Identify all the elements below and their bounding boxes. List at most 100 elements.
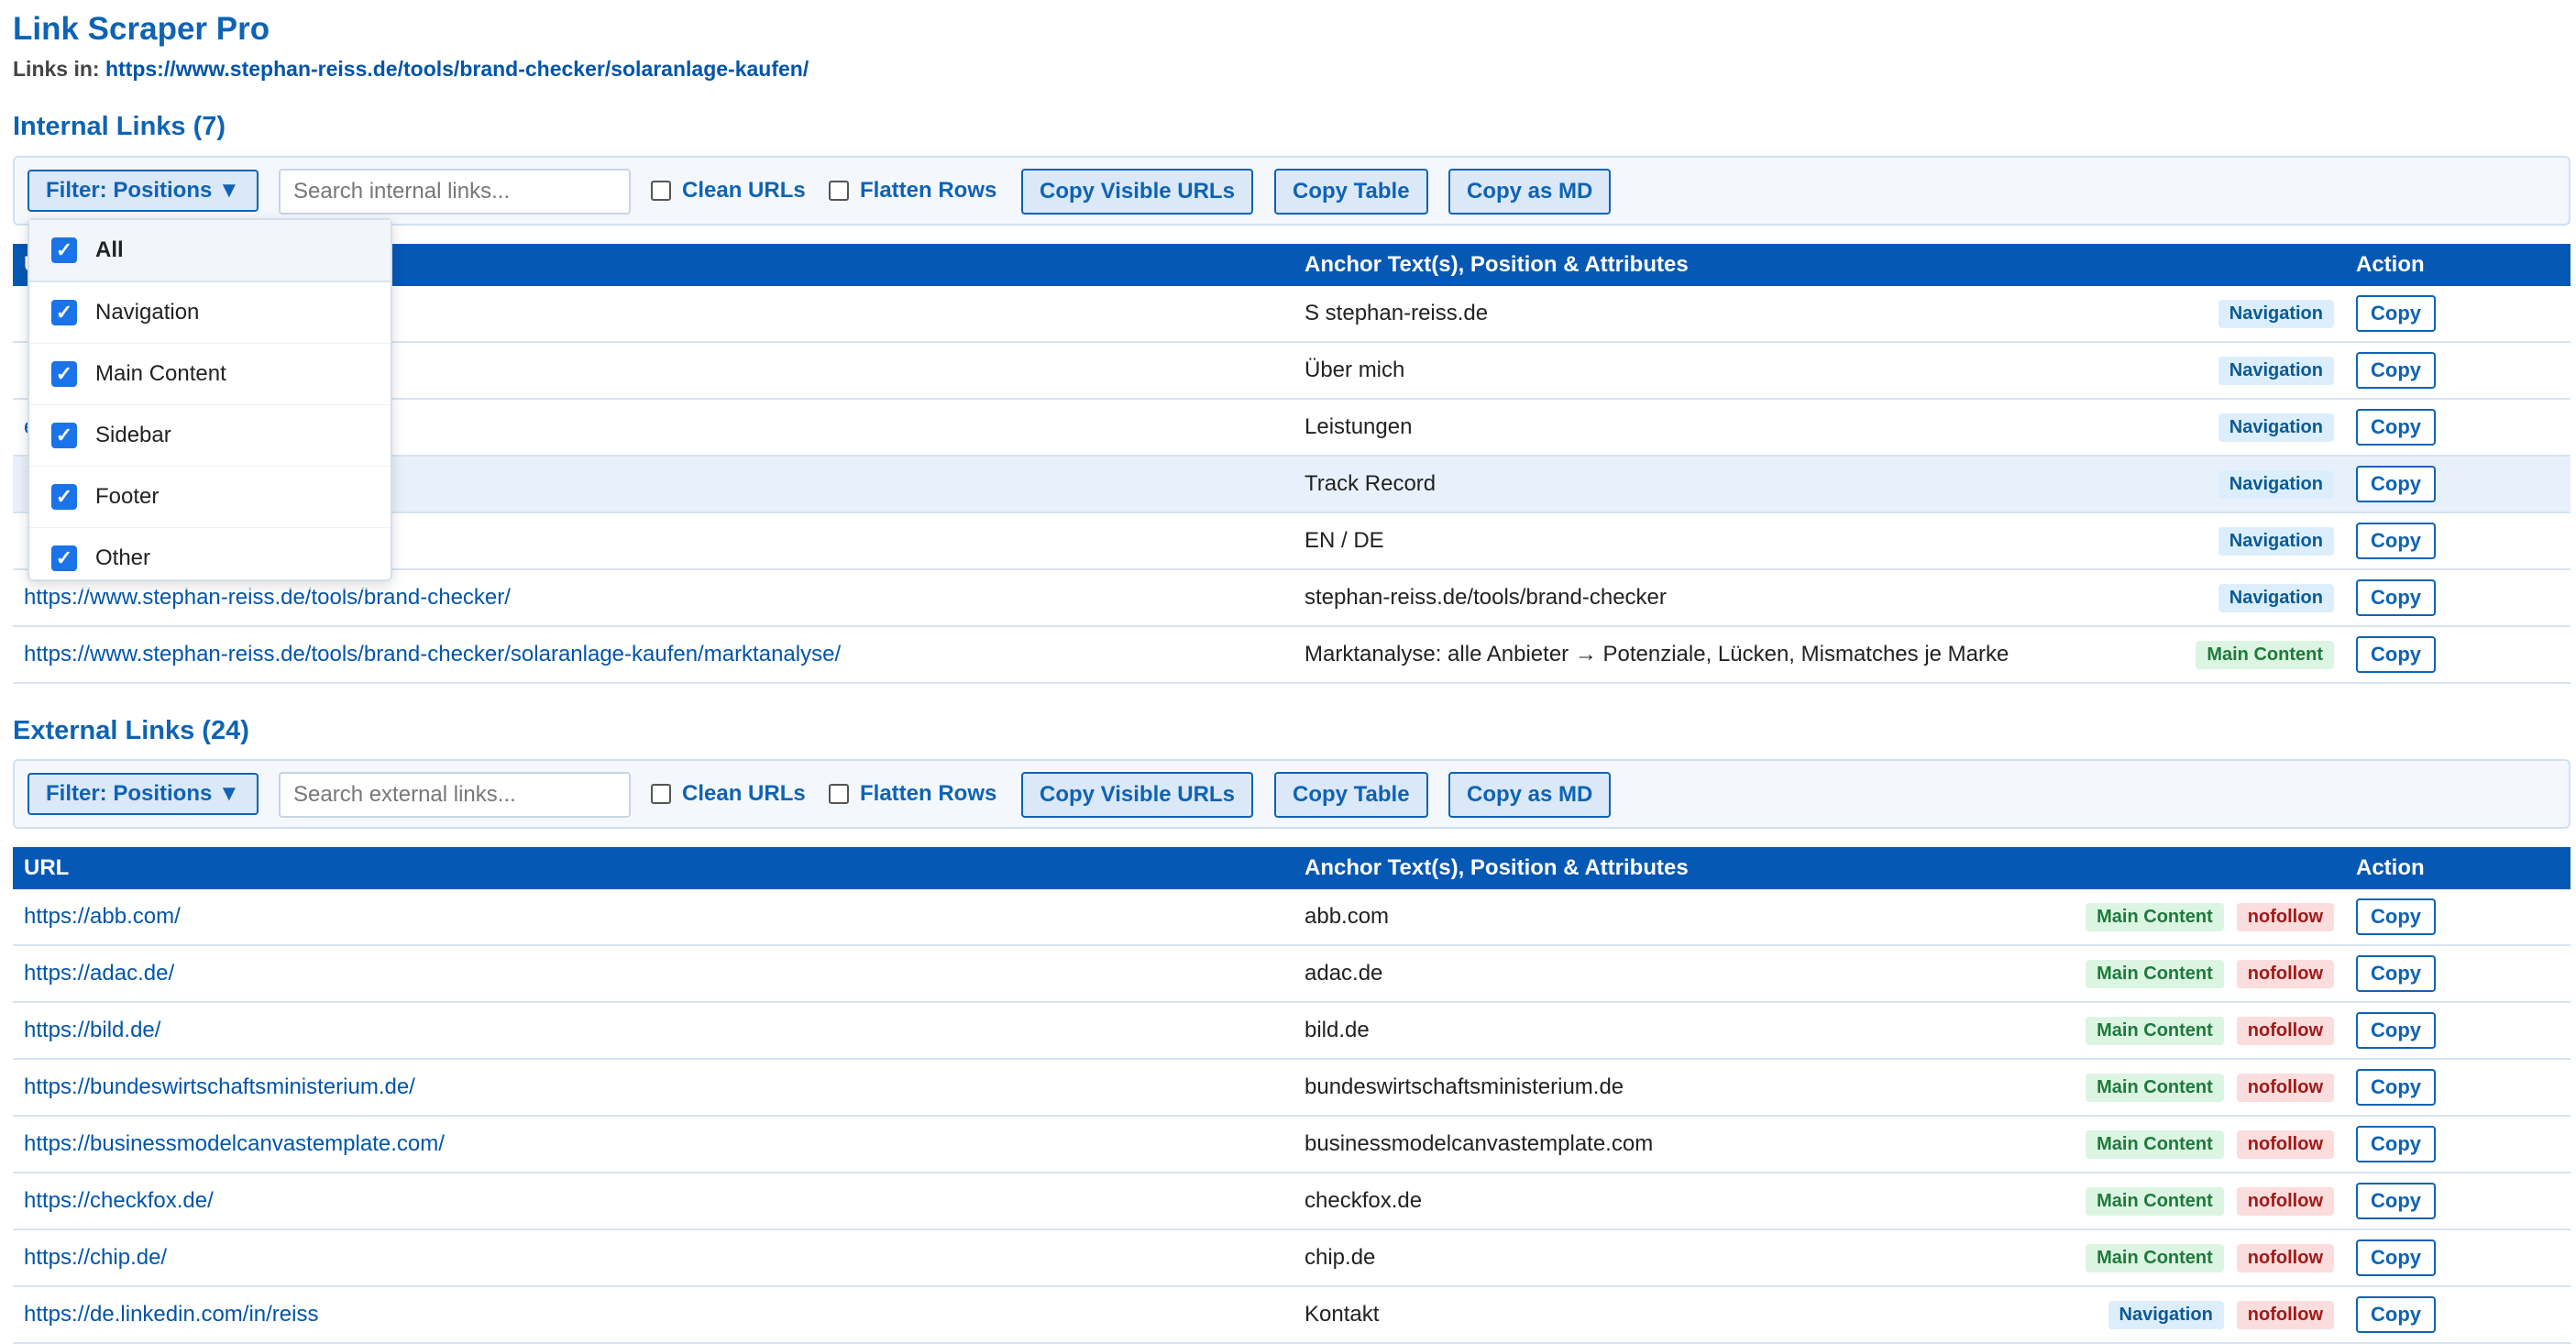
checkbox-icon[interactable] <box>829 181 849 201</box>
filter-option-navigation[interactable]: ✓ Navigation <box>29 282 391 344</box>
nofollow-badge: nofollow <box>2236 959 2334 988</box>
url-link[interactable]: https://abb.com/ <box>24 904 181 929</box>
internal-search-input[interactable] <box>279 169 631 215</box>
copy-button[interactable]: Copy <box>2356 466 2436 502</box>
action-cell: Copy <box>2345 1173 2570 1230</box>
filter-option-main-content[interactable]: ✓ Main Content <box>29 344 391 405</box>
url-link[interactable]: https://de.linkedin.com/in/reiss <box>24 1302 318 1327</box>
internal-copy-md-button[interactable]: Copy as MD <box>1448 169 1612 215</box>
checkbox-icon[interactable] <box>651 784 671 804</box>
action-cell: Copy <box>2345 889 2570 946</box>
table-row: https://adac.de/adac.de Main Content nofol… <box>13 945 2570 1003</box>
nofollow-badge: nofollow <box>2236 1016 2334 1045</box>
position-badge: Navigation <box>2218 356 2334 385</box>
url-link[interactable]: https://www.stephan-reiss.de/tools/brand… <box>24 642 841 666</box>
table-row: esLeistungenNavigationCopy <box>13 399 2570 457</box>
external-copy-md-button[interactable]: Copy as MD <box>1448 772 1612 818</box>
external-copy-table-button[interactable]: Copy Table <box>1274 772 1428 818</box>
action-cell: Copy <box>2345 1229 2570 1287</box>
nofollow-badge: nofollow <box>2236 1129 2334 1159</box>
checkbox-icon[interactable] <box>651 181 671 201</box>
checkbox-icon[interactable] <box>829 784 849 804</box>
position-badge: Navigation <box>2218 526 2334 556</box>
copy-button[interactable]: Copy <box>2356 1126 2436 1162</box>
url-link[interactable]: https://adac.de/ <box>24 961 174 986</box>
copy-button[interactable]: Copy <box>2356 352 2436 389</box>
copy-button[interactable]: Copy <box>2356 1069 2436 1106</box>
table-row: S stephan-reiss.de Navigation Copy <box>13 286 2570 343</box>
filter-option-footer[interactable]: ✓ Footer <box>29 467 391 528</box>
copy-button[interactable]: Copy <box>2356 295 2436 332</box>
position-badge: Main Content <box>2086 1073 2224 1102</box>
url-link[interactable]: https://bild.de/ <box>24 1018 160 1042</box>
anchor-text: abb.com <box>1305 904 1390 929</box>
internal-filter-button[interactable]: Filter: Positions ▼ <box>28 170 259 212</box>
checkbox-checked-icon[interactable]: ✓ <box>51 361 77 387</box>
checkbox-checked-icon[interactable]: ✓ <box>51 484 77 510</box>
copy-button[interactable]: Copy <box>2356 523 2436 559</box>
copy-button[interactable]: Copy <box>2356 579 2436 616</box>
copy-button[interactable]: Copy <box>2356 1183 2436 1219</box>
external-clean-urls-toggle[interactable]: Clean URLs <box>651 774 806 814</box>
url-cell: https://abb.com/ <box>13 889 1294 946</box>
checkbox-checked-icon[interactable]: ✓ <box>51 545 77 571</box>
anchor-text: EN / DE <box>1305 528 1384 553</box>
position-badge: Navigation <box>2108 1300 2224 1329</box>
anchor-text: checkfox.de <box>1305 1188 1423 1213</box>
position-badge: Main Content <box>2196 640 2334 669</box>
links-in-line: Links in: https://www.stephan-reiss.de/t… <box>13 57 809 82</box>
url-cell: https://de.linkedin.com/in/reiss <box>13 1286 1294 1344</box>
external-search-input[interactable] <box>279 772 631 818</box>
url-link[interactable]: https://businessmodelcanvastemplate.com/ <box>24 1131 445 1156</box>
copy-button[interactable]: Copy <box>2356 955 2436 992</box>
copy-button[interactable]: Copy <box>2356 1012 2436 1049</box>
filter-dropdown: ✓ All ✓ Navigation ✓ Main Content ✓ Sidebar ✓ Foo… <box>28 218 392 589</box>
checkbox-checked-icon[interactable]: ✓ <box>51 237 77 263</box>
anchor-text: S stephan-reiss.de <box>1305 301 1489 325</box>
action-cell: Copy <box>2345 1116 2570 1173</box>
copy-button[interactable]: Copy <box>2356 1296 2436 1333</box>
copy-button[interactable]: Copy <box>2356 409 2436 446</box>
action-cell: Copy <box>2345 286 2570 343</box>
action-cell: Copy <box>2345 1059 2570 1117</box>
external-filter-button[interactable]: Filter: Positions ▼ <box>28 773 259 815</box>
action-cell: Copy <box>2345 456 2570 513</box>
copy-button[interactable]: Copy <box>2356 1239 2436 1276</box>
table-row: https://businessmodelcanvastemplate.com/… <box>13 1116 2570 1173</box>
clean-urls-label: Clean URLs <box>682 781 806 806</box>
filter-option-sidebar[interactable]: ✓ Sidebar <box>29 405 391 467</box>
copy-button[interactable]: Copy <box>2356 636 2436 673</box>
external-copy-visible-button[interactable]: Copy Visible URLs <box>1021 772 1253 818</box>
table-row: https://bild.de/bild.de Main Content nofol… <box>13 1002 2570 1060</box>
anchor-text: chip.de <box>1305 1245 1376 1270</box>
table-row: EN / DE Navigation Copy <box>13 512 2570 570</box>
anchor-cell: bild.de Main Content nofollow <box>1294 1002 2345 1060</box>
url-link[interactable]: https://chip.de/ <box>24 1245 167 1270</box>
action-cell: Copy <box>2345 512 2570 570</box>
table-row: https://bundeswirtschaftsministerium.de/… <box>13 1059 2570 1117</box>
anchor-cell: Marktanalyse: alle Anbieter → Potenziale… <box>1294 626 2345 684</box>
url-cell: https://bundeswirtschaftsministerium.de/ <box>13 1059 1294 1117</box>
filter-option-all[interactable]: ✓ All <box>29 220 391 282</box>
anchor-cell: chip.de Main Content nofollow <box>1294 1229 2345 1287</box>
anchor-cell: S stephan-reiss.de Navigation <box>1294 286 2345 343</box>
copy-button[interactable]: Copy <box>2356 898 2436 935</box>
source-url-link[interactable]: https://www.stephan-reiss.de/tools/brand… <box>105 57 809 81</box>
internal-copy-visible-button[interactable]: Copy Visible URLs <box>1021 169 1253 215</box>
checkbox-checked-icon[interactable]: ✓ <box>51 300 77 325</box>
internal-flatten-rows-toggle[interactable]: Flatten Rows <box>829 171 996 211</box>
links-in-label: Links in: <box>13 57 100 81</box>
url-link[interactable]: https://bundeswirtschaftsministerium.de/ <box>24 1074 415 1099</box>
table-row: https://de.linkedin.com/in/reiss Kontakt N… <box>13 1286 2570 1344</box>
internal-copy-table-button[interactable]: Copy Table <box>1274 169 1428 215</box>
url-link[interactable]: https://checkfox.de/ <box>24 1188 214 1213</box>
position-badge: Navigation <box>2218 299 2334 328</box>
internal-clean-urls-toggle[interactable]: Clean URLs <box>651 171 806 211</box>
internal-section-title: Internal Links (7) <box>13 112 226 141</box>
external-flatten-rows-toggle[interactable]: Flatten Rows <box>829 774 996 814</box>
filter-option-label: All <box>95 237 124 262</box>
filter-option-other[interactable]: ✓ Other <box>29 528 391 589</box>
action-cell: Copy <box>2345 399 2570 457</box>
checkbox-checked-icon[interactable]: ✓ <box>51 423 77 448</box>
position-badge: Navigation <box>2218 469 2334 499</box>
